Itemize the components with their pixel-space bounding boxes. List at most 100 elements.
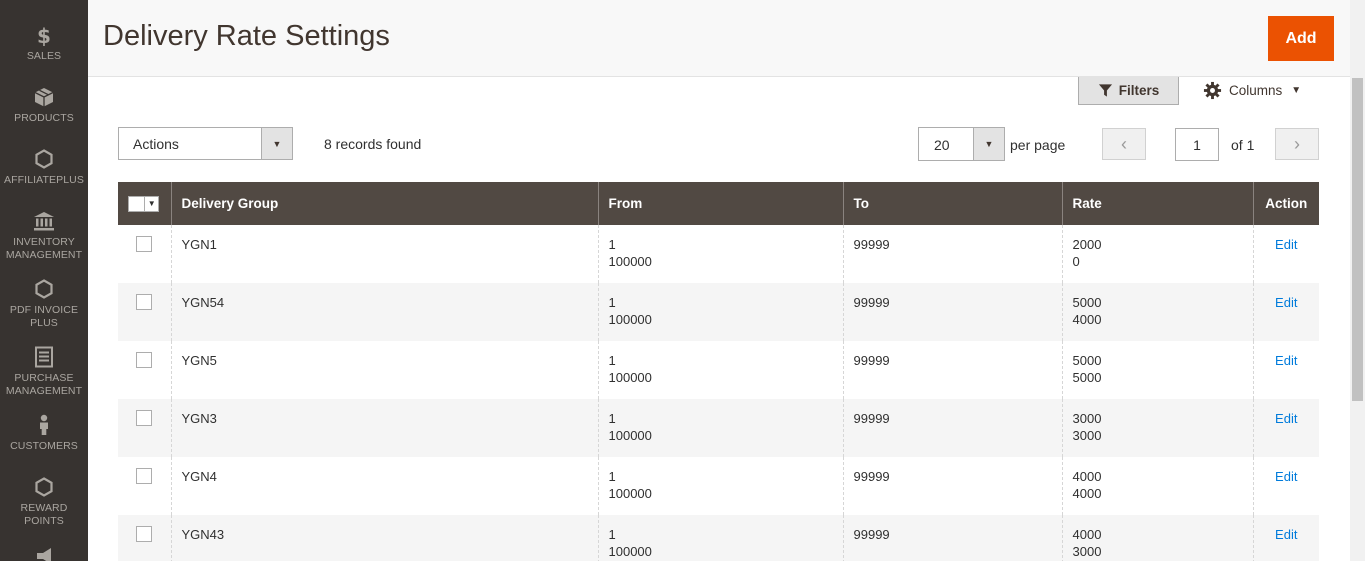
dollar-icon: $ (33, 24, 55, 46)
sidebar-item-marketing[interactable] (0, 545, 88, 561)
sidebar-item-customers[interactable]: CUSTOMERS (0, 414, 88, 453)
row-checkbox[interactable] (136, 236, 152, 252)
from-cell: 1 100000 (597, 283, 843, 341)
row-checkbox[interactable] (136, 294, 152, 310)
mass-select-checkbox[interactable]: ▼ (128, 195, 159, 212)
edit-link[interactable]: Edit (1275, 353, 1297, 368)
sidebar-item-label: REWARD POINTS (20, 502, 68, 527)
edit-link[interactable]: Edit (1275, 411, 1297, 426)
cube-icon (33, 86, 55, 108)
from-cell: 1 100000 (597, 225, 843, 283)
to-cell: 99999 (842, 283, 1062, 341)
chevron-right-icon: › (1294, 133, 1300, 154)
actions-dropdown[interactable]: Actions ▼ (118, 127, 293, 160)
row-checkbox[interactable] (136, 410, 152, 426)
checkbox-box (129, 197, 144, 211)
sidebar-item-inventory-management[interactable]: INVENTORY MANAGEMENT (0, 210, 88, 262)
filters-button[interactable]: Filters (1078, 77, 1179, 105)
column-header-rate[interactable]: Rate (1061, 182, 1253, 225)
megaphone-icon (33, 545, 55, 561)
svg-text:$: $ (37, 24, 51, 46)
rate-cell: 3000 3000 (1061, 399, 1253, 457)
delivery-group-cell: YGN43 (170, 515, 598, 561)
actions-dropdown-value: Actions (133, 136, 179, 152)
row-select-cell (118, 341, 171, 399)
action-cell: Edit (1252, 515, 1319, 561)
rate-cell: 5000 4000 (1061, 283, 1253, 341)
column-header-from[interactable]: From (597, 182, 843, 225)
edit-link[interactable]: Edit (1275, 295, 1297, 310)
page-title: Delivery Rate Settings (103, 20, 390, 52)
to-cell: 99999 (842, 457, 1062, 515)
delivery-group-cell: YGN54 (170, 283, 598, 341)
table-row: YGN54 1 100000 99999 5000 4000 Edit (118, 283, 1319, 341)
person-icon (33, 414, 55, 436)
sidebar-item-label: INVENTORY MANAGEMENT (5, 236, 83, 261)
per-page-label: per page (1010, 137, 1066, 153)
from-cell: 1 100000 (597, 457, 843, 515)
to-cell: 99999 (842, 225, 1062, 283)
edit-link[interactable]: Edit (1275, 469, 1297, 484)
rate-value: 4000 (1072, 486, 1102, 501)
edit-link[interactable]: Edit (1275, 527, 1297, 542)
gear-icon (1203, 81, 1222, 99)
from-cell: 1 100000 (597, 341, 843, 399)
edit-link[interactable]: Edit (1275, 237, 1297, 252)
rate-value: 5000 (1072, 370, 1102, 385)
column-header-delivery-group[interactable]: Delivery Group (170, 182, 598, 225)
sidebar-item-label: PURCHASE MANAGEMENT (5, 372, 83, 397)
admin-sidebar: $ SALES PRODUCTS AFFILIATEPLUS INVENTORY… (0, 0, 88, 561)
row-checkbox[interactable] (136, 468, 152, 484)
mass-select-header: ▼ (118, 182, 171, 225)
sidebar-item-label: PRODUCTS (14, 112, 74, 124)
table-row: YGN43 1 100000 99999 4000 3000 Edit (118, 515, 1319, 561)
rate-value: 2000 (1072, 237, 1102, 252)
to-cell: 99999 (842, 515, 1062, 561)
sidebar-item-label: CUSTOMERS (10, 440, 78, 452)
action-cell: Edit (1252, 399, 1319, 457)
next-page-button[interactable]: › (1275, 128, 1319, 160)
hexagon-icon (33, 278, 55, 300)
delivery-group-cell: YGN1 (170, 225, 598, 283)
previous-page-button[interactable]: ‹ (1102, 128, 1146, 160)
table-header-row: ▼ Delivery Group From To Rate Action (118, 182, 1319, 225)
caret-down-icon: ▼ (1291, 84, 1302, 96)
page-header: Delivery Rate Settings Add (88, 0, 1350, 77)
add-button[interactable]: Add (1268, 16, 1334, 61)
per-page-dropdown[interactable]: 20 ▼ (918, 127, 1005, 161)
rate-value: 3000 (1072, 544, 1102, 559)
rate-cell: 5000 5000 (1061, 341, 1253, 399)
from-value: 1 (608, 411, 616, 426)
delivery-rate-grid: ▼ Delivery Group From To Rate Action YGN… (118, 182, 1319, 561)
sidebar-item-products[interactable]: PRODUCTS (0, 86, 88, 125)
column-header-to[interactable]: To (842, 182, 1062, 225)
table-row: YGN4 1 100000 99999 4000 4000 Edit (118, 457, 1319, 515)
bank-icon (33, 210, 55, 232)
rate-value: 4000 (1072, 469, 1102, 484)
sidebar-item-pdf-invoice-plus[interactable]: PDF INVOICE PLUS (0, 278, 88, 330)
from-value: 1 (608, 353, 616, 368)
sidebar-item-label: SALES (26, 50, 62, 62)
document-icon (33, 346, 55, 368)
page-number-input[interactable] (1175, 128, 1219, 161)
row-select-cell (118, 515, 171, 561)
from-value: 1 (608, 237, 616, 252)
sidebar-item-label: PDF INVOICE PLUS (9, 304, 79, 329)
table-row: YGN3 1 100000 99999 3000 3000 Edit (118, 399, 1319, 457)
columns-button[interactable]: Columns ▼ (1203, 79, 1301, 101)
row-checkbox[interactable] (136, 526, 152, 542)
row-checkbox[interactable] (136, 352, 152, 368)
from-value: 100000 (608, 312, 652, 327)
delivery-group-cell: YGN5 (170, 341, 598, 399)
page-total: of 1 (1231, 137, 1255, 153)
sidebar-item-sales[interactable]: $ SALES (0, 24, 88, 63)
sidebar-item-affiliateplus[interactable]: AFFILIATEPLUS (0, 148, 88, 187)
rate-cell: 2000 0 (1061, 225, 1253, 283)
row-select-cell (118, 399, 171, 457)
sidebar-item-reward-points[interactable]: REWARD POINTS (0, 476, 88, 528)
sidebar-item-purchase-management[interactable]: PURCHASE MANAGEMENT (0, 346, 88, 398)
from-value: 100000 (608, 544, 652, 559)
to-cell: 99999 (842, 341, 1062, 399)
caret-down-icon: ▼ (973, 128, 1004, 160)
scrollbar-thumb[interactable] (1352, 78, 1363, 401)
